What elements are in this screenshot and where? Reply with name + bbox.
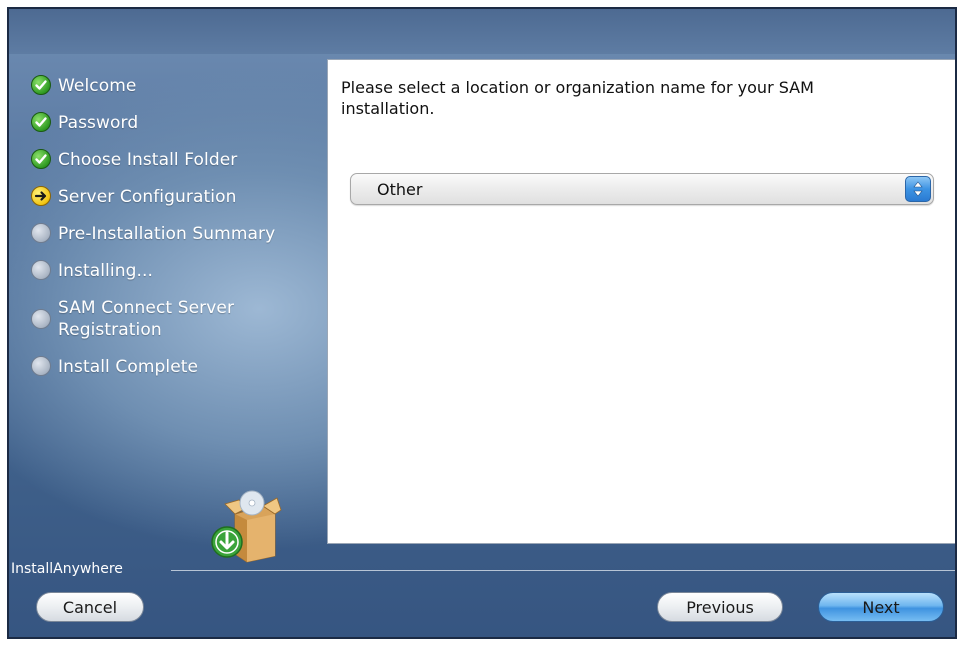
footer-divider: [171, 570, 955, 571]
step-list: Welcome Password Choose Install Folder S…: [31, 75, 331, 393]
empty-circle-icon: [31, 260, 51, 280]
step-password: Password: [31, 112, 331, 135]
up-down-arrows-icon[interactable]: [905, 176, 931, 202]
arrow-right-circle-icon: [31, 186, 51, 206]
empty-circle-icon: [31, 309, 51, 329]
content-panel: Please select a location or organization…: [327, 59, 955, 544]
step-sam-connect-server-registration: SAM Connect Server Registration: [31, 297, 331, 341]
step-label: Server Configuration: [58, 187, 237, 207]
empty-circle-icon: [31, 223, 51, 243]
step-label: SAM Connect Server Registration: [58, 298, 235, 340]
window-top-bar: [9, 9, 955, 54]
location-select-value: Other: [377, 180, 423, 199]
step-label: Pre-Installation Summary: [58, 224, 276, 244]
location-select[interactable]: Other: [350, 173, 934, 205]
step-label: Choose Install Folder: [58, 150, 238, 170]
step-welcome: Welcome: [31, 75, 331, 98]
step-server-configuration: Server Configuration: [31, 186, 331, 209]
cancel-button[interactable]: Cancel: [36, 592, 144, 622]
step-label: Installing...: [58, 261, 153, 281]
check-circle-icon: [31, 75, 51, 95]
step-installing: Installing...: [31, 260, 331, 283]
step-choose-install-folder: Choose Install Folder: [31, 149, 331, 172]
empty-circle-icon: [31, 356, 51, 376]
installanywhere-brand: InstallAnywhere: [11, 561, 123, 577]
instruction-text: Please select a location or organization…: [341, 78, 814, 118]
step-label: Welcome: [58, 76, 137, 96]
next-button[interactable]: Next: [818, 592, 944, 622]
installer-box-icon: [205, 484, 285, 564]
step-label: Password: [58, 113, 139, 133]
step-label: Install Complete: [58, 357, 199, 377]
check-circle-icon: [31, 112, 51, 132]
installer-window: Welcome Password Choose Install Folder S…: [7, 7, 957, 639]
previous-button[interactable]: Previous: [657, 592, 783, 622]
check-circle-icon: [31, 149, 51, 169]
step-install-complete: Install Complete: [31, 356, 331, 379]
step-pre-installation-summary: Pre-Installation Summary: [31, 223, 331, 246]
